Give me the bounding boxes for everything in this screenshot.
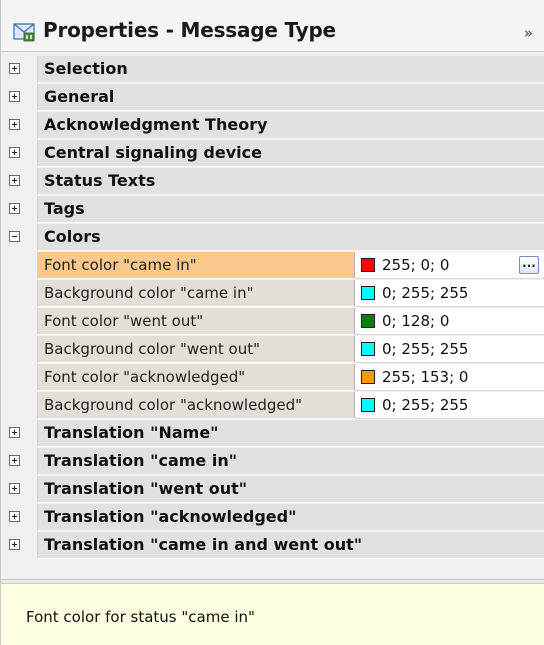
collapse-icon[interactable] <box>9 231 20 242</box>
property-value[interactable]: 255; 153; 0 <box>355 364 544 391</box>
property-value-text: 255; 0; 0 <box>382 256 450 274</box>
property-value[interactable]: 255; 0; 0 ... <box>355 252 544 279</box>
property-name: Font color "came in" <box>37 252 355 279</box>
color-swatch-icon <box>361 258 375 272</box>
property-row-font-color-acknowledged[interactable]: Font color "acknowledged" 255; 153; 0 <box>7 364 544 392</box>
category-label: Translation "came in and went out" <box>37 532 544 559</box>
property-value[interactable]: 0; 128; 0 <box>355 308 544 335</box>
category-translation-name[interactable]: Translation "Name" <box>7 420 544 448</box>
color-swatch-icon <box>361 398 375 412</box>
properties-panel: Properties - Message Type » Selection Ge… <box>0 0 544 645</box>
property-value-text: 255; 153; 0 <box>382 368 469 386</box>
category-status-texts[interactable]: Status Texts <box>7 168 544 196</box>
property-value-text: 0; 255; 255 <box>382 396 469 414</box>
property-name: Background color "came in" <box>37 280 355 307</box>
description-pane: Font color for status "came in" <box>1 583 544 645</box>
category-tags[interactable]: Tags <box>7 196 544 224</box>
category-label: Selection <box>37 56 544 83</box>
category-label: Colors <box>37 224 544 251</box>
property-value-text: 0; 255; 255 <box>382 340 469 358</box>
expand-icon[interactable] <box>9 483 20 494</box>
category-translation-came-in[interactable]: Translation "came in" <box>7 448 544 476</box>
category-label: Acknowledgment Theory <box>37 112 544 139</box>
property-row-background-color-came-in[interactable]: Background color "came in" 0; 255; 255 <box>7 280 544 308</box>
category-translation-came-in-and-went-out[interactable]: Translation "came in and went out" <box>7 532 544 560</box>
expand-icon[interactable] <box>9 203 20 214</box>
collapse-panel-button[interactable]: » <box>524 24 533 42</box>
property-name: Font color "went out" <box>37 308 355 335</box>
category-central-signaling-device[interactable]: Central signaling device <box>7 140 544 168</box>
color-swatch-icon <box>361 286 375 300</box>
property-value-text: 0; 128; 0 <box>382 312 450 330</box>
property-grid: Selection General Acknowledgment Theory … <box>7 56 544 560</box>
color-swatch-icon <box>361 342 375 356</box>
category-label: Status Texts <box>37 168 544 195</box>
property-value[interactable]: 0; 255; 255 <box>355 280 544 307</box>
category-label: Tags <box>37 196 544 223</box>
color-swatch-icon <box>361 370 375 384</box>
property-row-font-color-went-out[interactable]: Font color "went out" 0; 128; 0 <box>7 308 544 336</box>
expand-icon[interactable] <box>9 91 20 102</box>
description-text: Font color for status "came in" <box>26 608 255 626</box>
expand-icon[interactable] <box>9 63 20 74</box>
properties-titlebar: Properties - Message Type » <box>1 0 544 52</box>
category-colors[interactable]: Colors <box>7 224 544 252</box>
expand-icon[interactable] <box>9 455 20 466</box>
category-label: Translation "Name" <box>37 420 544 447</box>
category-general[interactable]: General <box>7 84 544 112</box>
property-row-background-color-acknowledged[interactable]: Background color "acknowledged" 0; 255; … <box>7 392 544 420</box>
property-value[interactable]: 0; 255; 255 <box>355 336 544 363</box>
expand-icon[interactable] <box>9 119 20 130</box>
message-type-icon <box>13 21 35 43</box>
category-selection[interactable]: Selection <box>7 56 544 84</box>
category-label: Translation "acknowledged" <box>37 504 544 531</box>
property-row-font-color-came-in[interactable]: Font color "came in" 255; 0; 0 ... <box>7 252 544 280</box>
category-label: Translation "came in" <box>37 448 544 475</box>
expand-icon[interactable] <box>9 511 20 522</box>
expand-icon[interactable] <box>9 147 20 158</box>
category-label: Central signaling device <box>37 140 544 167</box>
color-picker-button[interactable]: ... <box>519 256 539 274</box>
category-translation-acknowledged[interactable]: Translation "acknowledged" <box>7 504 544 532</box>
property-name: Background color "went out" <box>37 336 355 363</box>
property-value[interactable]: 0; 255; 255 <box>355 392 544 419</box>
expand-icon[interactable] <box>9 539 20 550</box>
expand-icon[interactable] <box>9 175 20 186</box>
category-label: Translation "went out" <box>37 476 544 503</box>
color-swatch-icon <box>361 314 375 328</box>
property-name: Background color "acknowledged" <box>37 392 355 419</box>
property-name: Font color "acknowledged" <box>37 364 355 391</box>
category-translation-went-out[interactable]: Translation "went out" <box>7 476 544 504</box>
expand-icon[interactable] <box>9 427 20 438</box>
panel-title: Properties - Message Type <box>43 18 336 42</box>
property-row-background-color-went-out[interactable]: Background color "went out" 0; 255; 255 <box>7 336 544 364</box>
category-label: General <box>37 84 544 111</box>
property-value-text: 0; 255; 255 <box>382 284 469 302</box>
category-acknowledgment-theory[interactable]: Acknowledgment Theory <box>7 112 544 140</box>
